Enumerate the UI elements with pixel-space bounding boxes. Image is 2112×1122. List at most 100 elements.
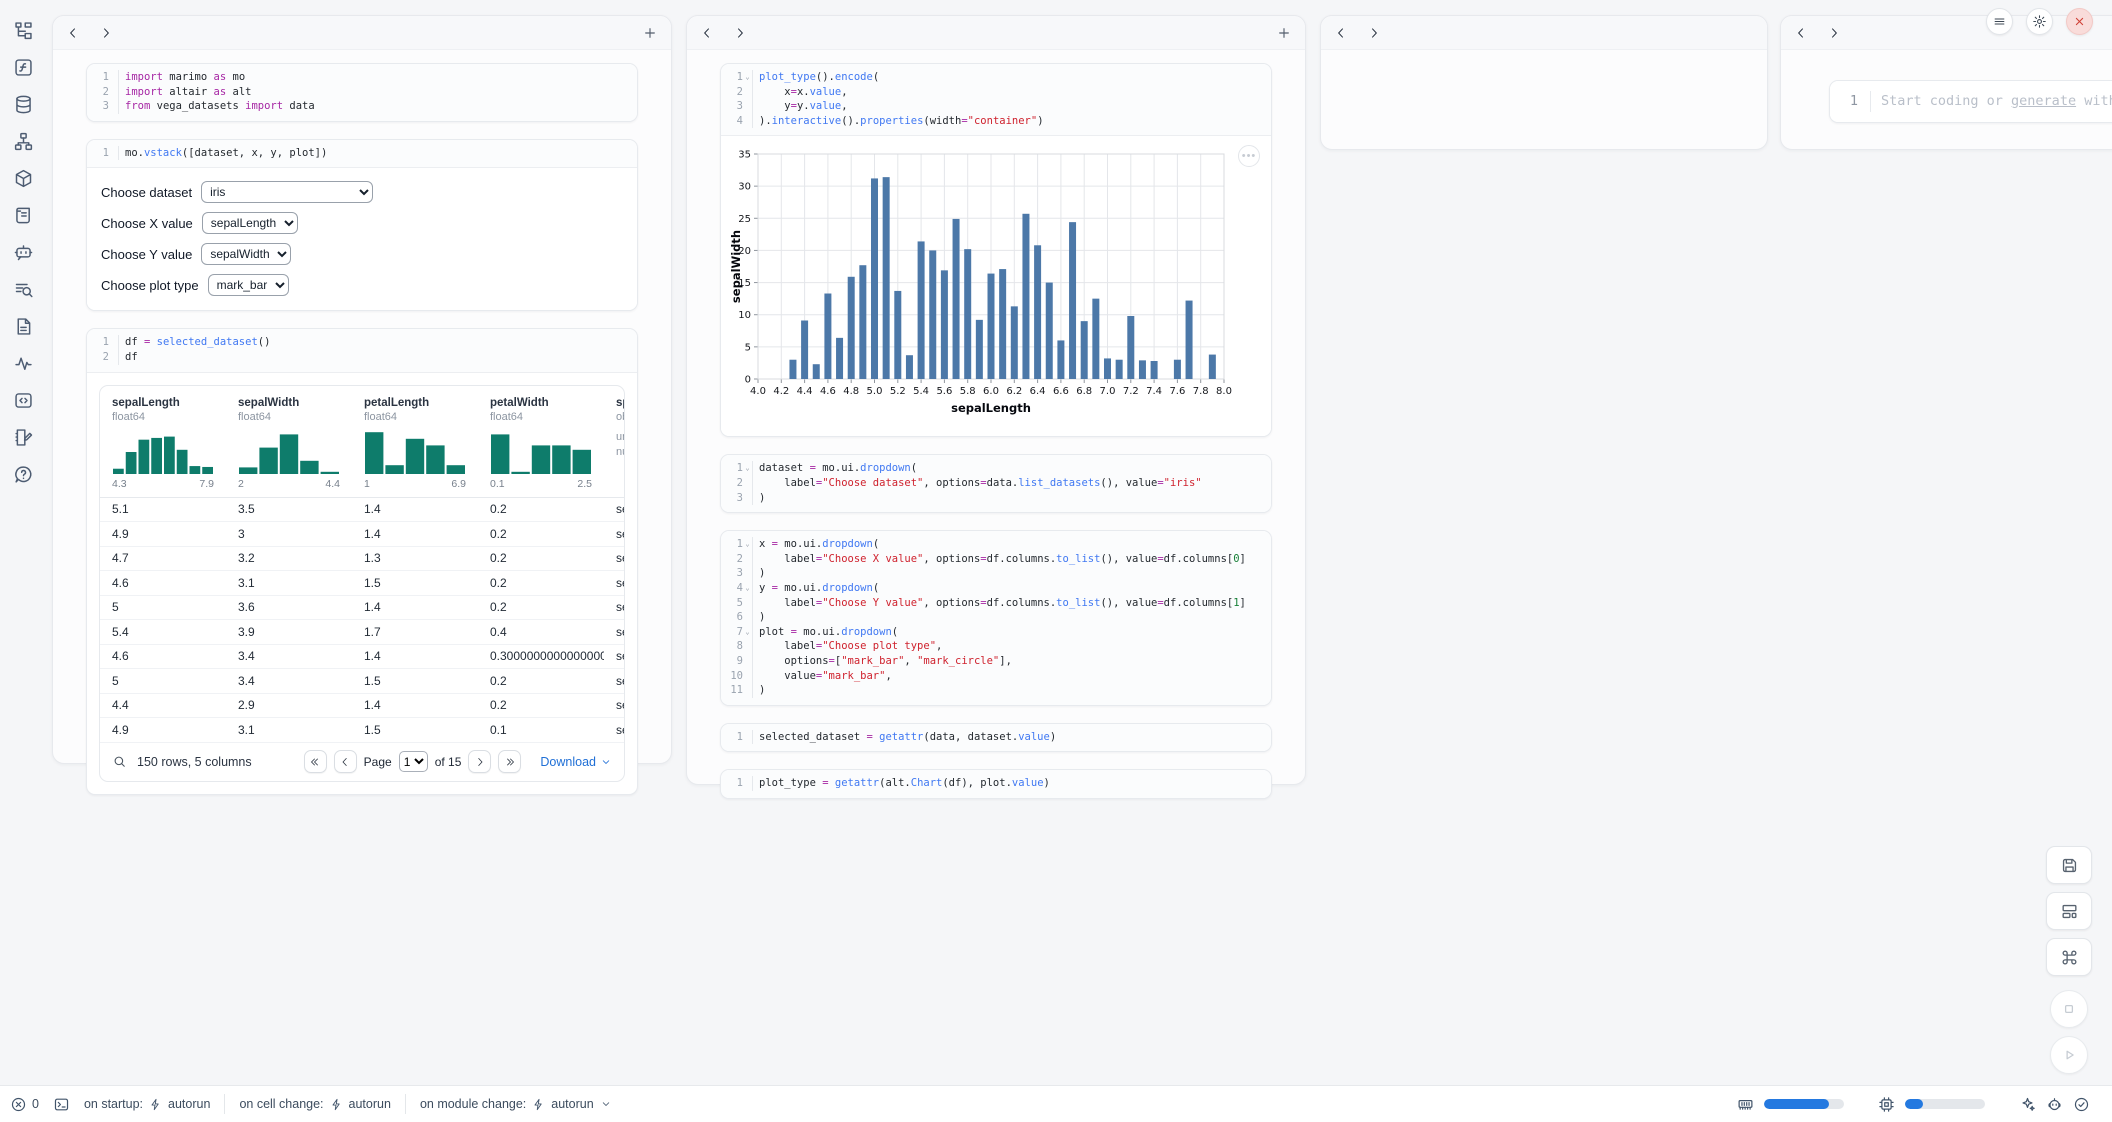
code-line: 11) [721,683,1271,698]
table-cell: setosa [604,502,625,516]
terminal-icon[interactable] [53,1096,70,1113]
last-page-button[interactable] [498,750,521,773]
stop-button[interactable] [2050,990,2088,1028]
expand-column-right-icon[interactable] [1367,26,1381,40]
collapse-column-left-icon[interactable] [66,26,80,40]
code-text: label="Choose X value", options=df.colum… [752,552,1246,567]
code-editor[interactable]: 1⌄dataset = mo.ui.dropdown(2 label="Choo… [721,455,1271,512]
floating-actions [2046,846,2092,1074]
table-cell: 4.7 [100,551,226,565]
column-name: sepalWidth [238,397,342,409]
function-square-icon[interactable] [13,57,34,78]
expand-column-right-icon[interactable] [1827,26,1841,40]
svg-text:7.2: 7.2 [1123,386,1139,397]
divider [405,1094,406,1114]
fold-spacer [743,566,752,581]
autorun-setting[interactable]: on cell change:autorun [239,1097,391,1111]
autorun-setting-label: on cell change: [239,1097,323,1111]
svg-text:6.2: 6.2 [1006,386,1022,397]
dependency-graph-icon[interactable] [13,131,34,152]
error-indicator[interactable]: 0 [10,1096,39,1113]
code-editor[interactable]: 1⌄x = mo.ui.dropdown(2 label="Choose X v… [721,531,1271,705]
code-editor[interactable]: 1⌄plot_type().encode(2 x=x.value,3 y=y.v… [721,64,1271,135]
chat-bot-icon[interactable] [13,242,34,263]
generate-link[interactable]: generate [2011,93,2076,109]
command-palette-button[interactable] [2046,938,2092,976]
close-button[interactable] [2066,8,2093,35]
layout-button[interactable] [2046,892,2092,930]
new-empty-cell[interactable]: 1 Start coding or generate with [1829,80,2112,123]
table-cell: 3.5 [226,502,352,516]
table-cell: 1.7 [352,625,478,639]
table-cell: setosa [604,649,625,663]
activity-icon[interactable] [13,353,34,374]
range-min: 1 [364,478,370,490]
plot-type-cell[interactable]: 1plot_type = getattr(alt.Chart(df), plot… [720,769,1272,799]
page-select[interactable]: 1 [399,751,428,772]
svg-text:25: 25 [738,214,751,225]
connection-status-icon[interactable] [2073,1096,2090,1113]
database-icon[interactable] [13,94,34,115]
scroll-icon[interactable] [13,205,34,226]
dataset-dropdown-cell[interactable]: 1⌄dataset = mo.ui.dropdown(2 label="Choo… [720,454,1272,513]
outline-search-icon[interactable] [13,279,34,300]
lightning-icon [149,1098,162,1111]
previous-page-button[interactable] [334,750,357,773]
fold-spacer [743,596,752,611]
fold-spacer [743,99,752,114]
collapse-column-left-icon[interactable] [700,26,714,40]
line-number: 2 [721,552,743,567]
autorun-setting[interactable]: on module change:autorun [420,1097,612,1111]
assistant-icon[interactable] [2046,1096,2063,1113]
add-cell-button[interactable] [1276,25,1292,41]
autorun-setting[interactable]: on startup:autorun [84,1097,210,1111]
code-editor[interactable]: 1import marimo as mo2import altair as al… [87,64,637,121]
dataframe-cell[interactable]: 1df = selected_dataset()2df sepalLengthf… [86,328,638,794]
column-range: 24.4 [238,478,342,490]
xy-plot-dropdowns-cell[interactable]: 1⌄x = mo.ui.dropdown(2 label="Choose X v… [720,530,1272,706]
collapse-column-left-icon[interactable] [1794,26,1808,40]
code-text: ) [752,610,765,625]
expand-column-right-icon[interactable] [99,26,113,40]
code-editor[interactable]: 1mo.vstack([dataset, x, y, plot]) [87,140,637,168]
code-editor[interactable]: 1 Start coding or generate with [1830,81,2112,122]
error-circle-icon [10,1096,27,1113]
snippets-icon[interactable] [13,390,34,411]
table-cell: 5.1 [100,502,226,516]
plot-cell[interactable]: 1⌄plot_type().encode(2 x=x.value,3 y=y.v… [720,63,1272,437]
dropdown-select[interactable]: iris [201,181,373,203]
package-icon[interactable] [13,168,34,189]
sparkles-icon[interactable] [2019,1096,2036,1113]
expand-column-right-icon[interactable] [733,26,747,40]
svg-text:6.0: 6.0 [983,386,999,397]
dropdown-select[interactable]: sepalLength [202,212,298,234]
file-tree-icon[interactable] [13,20,34,41]
save-icon [2060,856,2079,875]
dropdown-select[interactable]: sepalWidth [201,243,291,265]
code-editor[interactable]: 1df = selected_dataset()2df [87,329,637,371]
dropdown-select[interactable]: mark_bar [208,274,289,296]
close-icon [2072,14,2087,29]
imports-cell[interactable]: 1import marimo as mo2import altair as al… [86,63,638,122]
document-icon[interactable] [13,316,34,337]
scratchpad-icon[interactable] [13,427,34,448]
add-cell-button[interactable] [642,25,658,41]
selected-dataset-cell[interactable]: 1selected_dataset = getattr(data, datase… [720,723,1272,753]
next-page-button[interactable] [468,750,491,773]
menu-button[interactable] [1986,8,2013,35]
run-button[interactable] [2050,1036,2088,1074]
settings-button[interactable] [2026,8,2053,35]
code-editor[interactable]: 1plot_type = getattr(alt.Chart(df), plot… [721,770,1271,798]
help-icon[interactable] [13,464,34,485]
dropdown-label: Choose Y value [101,247,192,262]
code-editor[interactable]: 1selected_dataset = getattr(data, datase… [721,724,1271,752]
save-button[interactable] [2046,846,2092,884]
search-icon[interactable] [112,754,127,769]
first-page-button[interactable] [304,750,327,773]
vstack-cell[interactable]: 1mo.vstack([dataset, x, y, plot]) Choose… [86,139,638,312]
svg-text:5: 5 [745,343,751,354]
collapse-column-left-icon[interactable] [1334,26,1348,40]
download-button[interactable]: Download [540,755,612,769]
altair-bar-chart[interactable]: 4.04.24.44.64.85.05.25.45.65.86.06.26.46… [727,144,1271,428]
dropdown-row: Choose plot typemark_bar [101,274,623,296]
